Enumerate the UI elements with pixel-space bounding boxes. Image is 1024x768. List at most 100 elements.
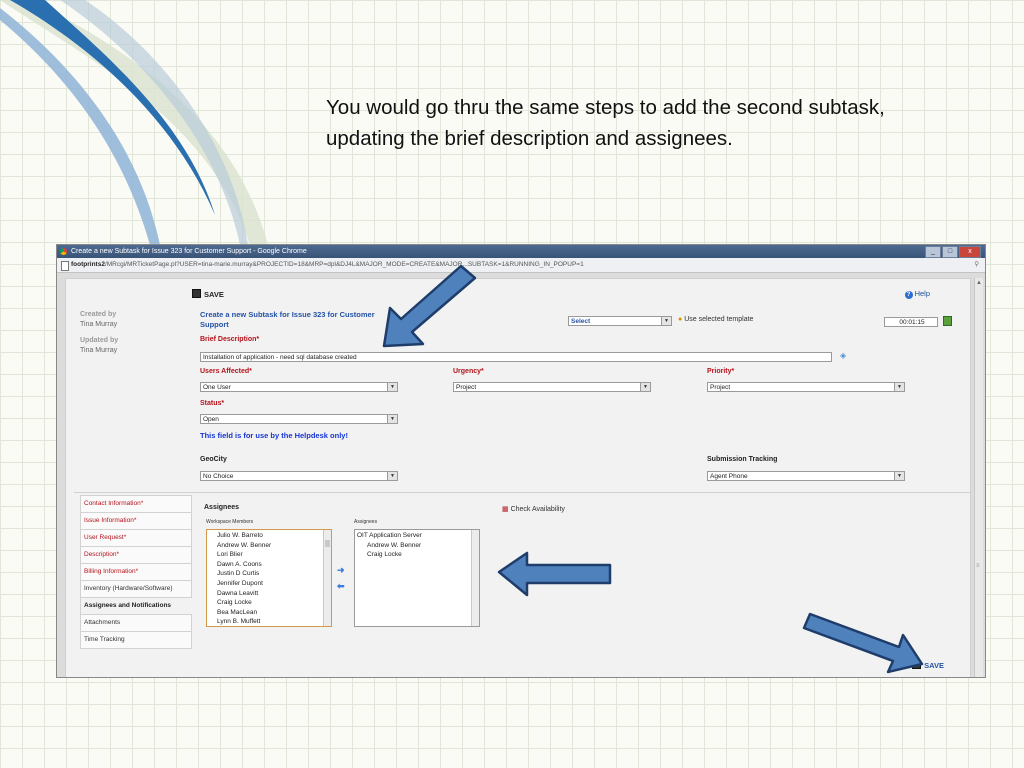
urgency-label: Urgency*: [453, 368, 484, 375]
submission-tracking-select[interactable]: Agent Phone ▼: [707, 471, 905, 481]
chevron-down-icon: ▼: [387, 383, 397, 391]
nav-item-inventory[interactable]: Inventory (Hardware/Software): [80, 581, 192, 598]
help-link[interactable]: ? Help: [904, 289, 930, 299]
list-item[interactable]: Lori Blier: [217, 550, 323, 560]
list-item[interactable]: Andrew W. Benner: [357, 541, 471, 551]
use-template-link[interactable]: ● Use selected template: [678, 316, 753, 323]
workspace-members-list[interactable]: Julio W. Barreto Andrew W. Benner Lori B…: [206, 529, 332, 627]
list-item[interactable]: Lynn B. Muffett: [217, 617, 323, 626]
geocity-select[interactable]: No Choice ▼: [200, 471, 398, 481]
chevron-down-icon: ▼: [640, 383, 650, 391]
check-availability-label: Check Availability: [510, 506, 565, 513]
maximize-button[interactable]: □: [942, 246, 958, 258]
brief-description-input[interactable]: Installation of application - need sql d…: [200, 352, 832, 362]
slide-caption: You would go thru the same steps to add …: [326, 96, 885, 150]
priority-value: Project: [710, 384, 731, 391]
workspace-members-label: Workspace Members: [206, 519, 254, 525]
save-label: SAVE: [924, 661, 944, 670]
template-select-value: Select: [571, 318, 591, 325]
nav-item-description[interactable]: Description*: [80, 547, 192, 564]
list-item[interactable]: Andrew W. Benner: [217, 541, 323, 551]
add-assignee-arrow-icon[interactable]: ➜: [337, 565, 345, 576]
chevron-down-icon: ▼: [661, 317, 671, 325]
help-icon: ?: [904, 291, 913, 299]
urgency-select[interactable]: Project ▼: [453, 382, 651, 392]
geocity-value: No Choice: [203, 473, 234, 480]
status-label: Status*: [200, 400, 225, 407]
users-affected-value: One User: [203, 384, 231, 391]
scroll-up-icon[interactable]: ▲: [976, 280, 982, 286]
list-item[interactable]: Craig Locke: [217, 598, 323, 608]
list-item[interactable]: Julio W. Barreto: [217, 531, 323, 541]
assignees-list[interactable]: OIT Application Server Andrew W. Benner …: [354, 529, 480, 627]
list-item[interactable]: Dawna Leavitt: [217, 589, 323, 599]
lightbulb-icon: ●: [678, 316, 683, 323]
nav-item-user-request[interactable]: User Request*: [80, 530, 192, 547]
submission-tracking-label: Submission Tracking: [707, 456, 778, 463]
url-path: /MRcgi/MRTicketPage.pl?USER=tina-marie.m…: [104, 261, 584, 268]
check-availability-link[interactable]: ▦ Check Availability: [502, 505, 565, 513]
status-select[interactable]: Open ▼: [200, 414, 398, 424]
brief-description-label: Brief Description*: [200, 336, 260, 343]
nav-item-assignees-notifications[interactable]: Assignees and Notifications: [80, 598, 192, 615]
close-button[interactable]: x: [959, 246, 981, 258]
priority-label: Priority*: [707, 368, 735, 375]
timer-icon[interactable]: [943, 316, 952, 326]
minimize-button[interactable]: _: [925, 246, 941, 258]
nav-item-time-tracking[interactable]: Time Tracking: [80, 632, 192, 649]
section-divider: [74, 492, 970, 493]
list-item[interactable]: OIT Application Server: [357, 531, 471, 541]
users-affected-label: Users Affected*: [200, 368, 252, 375]
form-title: Create a new Subtask for Issue 323 for C…: [200, 310, 375, 329]
list-scrollbar[interactable]: [471, 530, 479, 626]
spellcheck-icon[interactable]: ◈: [840, 351, 846, 360]
disk-icon: [912, 660, 922, 669]
timer-field[interactable]: 00:01:15: [884, 317, 938, 327]
assignees-list-label: Assignees: [354, 519, 378, 525]
list-item[interactable]: Craig Locke: [357, 550, 471, 560]
window-controls: _ □ x: [925, 246, 981, 258]
updated-by-value: Tina Murray: [80, 347, 118, 354]
window-titlebar: Create a new Subtask for Issue 323 for C…: [57, 245, 985, 258]
chevron-down-icon: ▼: [387, 472, 397, 480]
chevron-down-icon: ▼: [894, 472, 904, 480]
nav-item-issue-information[interactable]: Issue Information*: [80, 513, 192, 530]
urgency-value: Project: [456, 384, 477, 391]
list-item[interactable]: Jennifer Dupont: [217, 579, 323, 589]
section-nav: Contact Information* Issue Information* …: [80, 495, 192, 649]
window-title: Create a new Subtask for Issue 323 for C…: [71, 248, 307, 255]
helpdesk-note: This field is for use by the Helpdesk on…: [200, 431, 348, 440]
created-by-value: Tina Murray: [80, 321, 118, 328]
created-by-label: Created by: [80, 311, 117, 318]
scroll-grip-icon[interactable]: ≡: [976, 563, 980, 569]
save-button-top[interactable]: SAVE: [192, 289, 224, 299]
nav-item-attachments[interactable]: Attachments: [80, 615, 192, 632]
list-item[interactable]: Dawn A. Coons: [217, 560, 323, 570]
remove-assignee-arrow-icon[interactable]: ⬅: [337, 581, 345, 592]
save-label: SAVE: [204, 290, 224, 299]
users-affected-select[interactable]: One User ▼: [200, 382, 398, 392]
disk-icon: [192, 289, 201, 298]
address-bar[interactable]: footprints2/MRcgi/MRTicketPage.pl?USER=t…: [57, 258, 985, 273]
submission-tracking-value: Agent Phone: [710, 473, 748, 480]
assignees-heading: Assignees: [204, 504, 240, 511]
url-host: footprints2: [71, 261, 105, 268]
save-button-bottom[interactable]: SAVE: [912, 660, 944, 670]
zoom-icon[interactable]: ⚲: [974, 258, 979, 272]
chrome-icon: [60, 248, 67, 255]
page-icon: [61, 261, 69, 271]
calendar-icon: ▦: [502, 506, 509, 513]
use-template-label: Use selected template: [684, 316, 754, 323]
browser-window: Create a new Subtask for Issue 323 for C…: [56, 244, 986, 678]
status-value: Open: [203, 416, 219, 423]
page-scrollbar[interactable]: ▲ ≡: [974, 278, 983, 677]
priority-select[interactable]: Project ▼: [707, 382, 905, 392]
page-content: SAVE ? Help Created by Tina Murray Update…: [65, 278, 971, 677]
list-item[interactable]: Justin D Curtis: [217, 569, 323, 579]
help-label: Help: [914, 289, 930, 298]
nav-item-contact-information[interactable]: Contact Information*: [80, 495, 192, 513]
template-select[interactable]: Select ▼: [568, 316, 672, 326]
nav-item-billing-information[interactable]: Billing Information*: [80, 564, 192, 581]
list-item[interactable]: Bea MacLean: [217, 608, 323, 618]
list-scrollbar[interactable]: [323, 530, 331, 626]
